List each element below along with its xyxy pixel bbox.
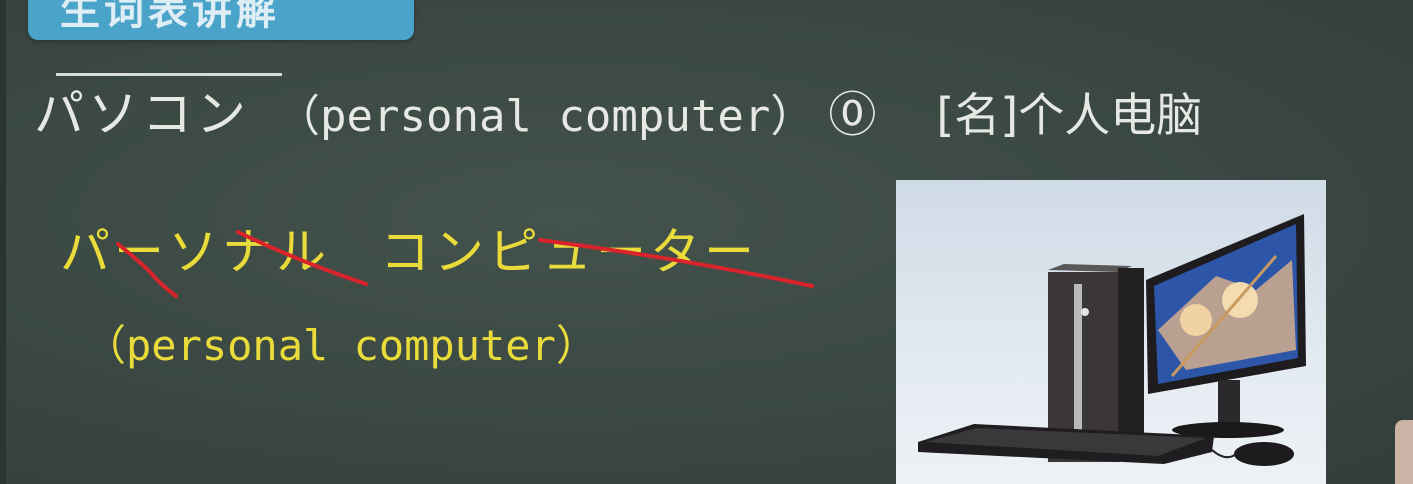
vocab-origin: （personal computer） — [276, 91, 815, 142]
computer-photo — [896, 180, 1326, 484]
vocab-entry: パソコン （personal computer） ⓪ [名]个人电脑 — [34, 84, 1202, 144]
full-word-part1: パーソナル — [60, 223, 330, 281]
accent-mark-line — [56, 73, 282, 76]
full-word-part2: コンピューター — [380, 223, 758, 281]
full-word: パーソナル コンピューター — [60, 222, 758, 282]
full-word-english: （personal computer） — [84, 321, 598, 370]
vocab-part-of-speech: [名] — [936, 88, 1019, 142]
lesson-title-tab: 生词表讲解 — [28, 0, 414, 40]
vocab-meaning: 个人电脑 — [1018, 88, 1203, 142]
board-edge — [0, 0, 6, 484]
vocab-accent: ⓪ — [828, 87, 877, 143]
lesson-title: 生词表讲解 — [60, 0, 280, 34]
desktop-computer-icon — [918, 214, 1306, 466]
presenter-hand — [1395, 420, 1413, 484]
vocab-word: パソコン — [34, 85, 250, 143]
